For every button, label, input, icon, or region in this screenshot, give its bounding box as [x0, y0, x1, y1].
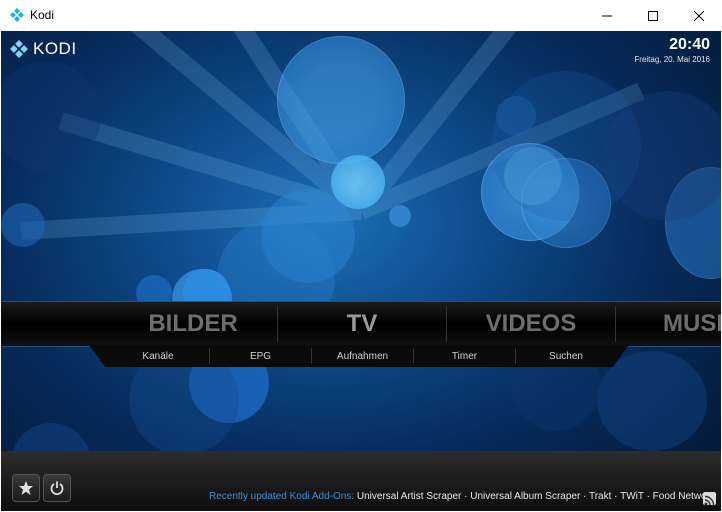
window-title: Kodi	[30, 8, 55, 22]
submenu-item-epg[interactable]: EPG	[210, 345, 311, 367]
window-titlebar: Kodi	[0, 0, 722, 32]
bokeh-bubble	[1, 203, 45, 247]
kodi-icon	[10, 40, 28, 58]
menu-item-bilder[interactable]: BILDER	[109, 302, 277, 346]
submenu-item-aufnahmen[interactable]: Aufnahmen	[312, 345, 413, 367]
rss-ticker: Recently updated Kodi Add-Ons: Universal…	[209, 491, 709, 502]
kodi-icon	[10, 8, 24, 22]
rss-feed-icon	[704, 495, 715, 506]
bokeh-bubble	[277, 36, 405, 164]
kodi-home-screen: KODI 20:40 Freitag, 20. Mai 2016 BILDER …	[1, 31, 721, 511]
main-menu: BILDER TV VIDEOS MUSI	[1, 301, 721, 347]
ticker-label: Recently updated Kodi Add-Ons:	[209, 491, 355, 502]
clock: 20:40	[669, 36, 710, 53]
favourites-button[interactable]	[12, 474, 40, 502]
bottom-bar	[1, 451, 721, 511]
submenu-item-suchen[interactable]: Suchen	[516, 345, 616, 367]
close-button[interactable]	[676, 0, 722, 31]
bokeh-bubble	[603, 91, 721, 221]
ticker-text: Universal Artist Scraper · Universal Alb…	[356, 491, 709, 502]
rss-icon[interactable]	[703, 492, 716, 506]
sub-menu: Kanäle EPG Aufnahmen Timer Suchen	[89, 345, 629, 367]
minimize-icon	[602, 15, 612, 16]
kodi-logo-text: KODI	[33, 39, 77, 58]
submenu-item-kanaele[interactable]: Kanäle	[107, 345, 209, 367]
bokeh-bubble	[389, 205, 411, 227]
minimize-button[interactable]	[584, 0, 630, 31]
maximize-button[interactable]	[630, 0, 676, 31]
power-icon	[50, 481, 64, 495]
star-icon	[19, 481, 33, 495]
date-label: Freitag, 20. Mai 2016	[634, 55, 710, 64]
menu-item-musik[interactable]: MUSI	[616, 302, 721, 346]
power-button[interactable]	[43, 474, 71, 502]
menu-item-tv[interactable]: TV	[278, 302, 446, 346]
submenu-item-timer[interactable]: Timer	[414, 345, 515, 367]
close-icon	[694, 10, 704, 21]
maximize-icon	[648, 10, 658, 21]
kodi-logo[interactable]: KODI	[10, 39, 77, 59]
menu-item-videos[interactable]: VIDEOS	[447, 302, 615, 346]
